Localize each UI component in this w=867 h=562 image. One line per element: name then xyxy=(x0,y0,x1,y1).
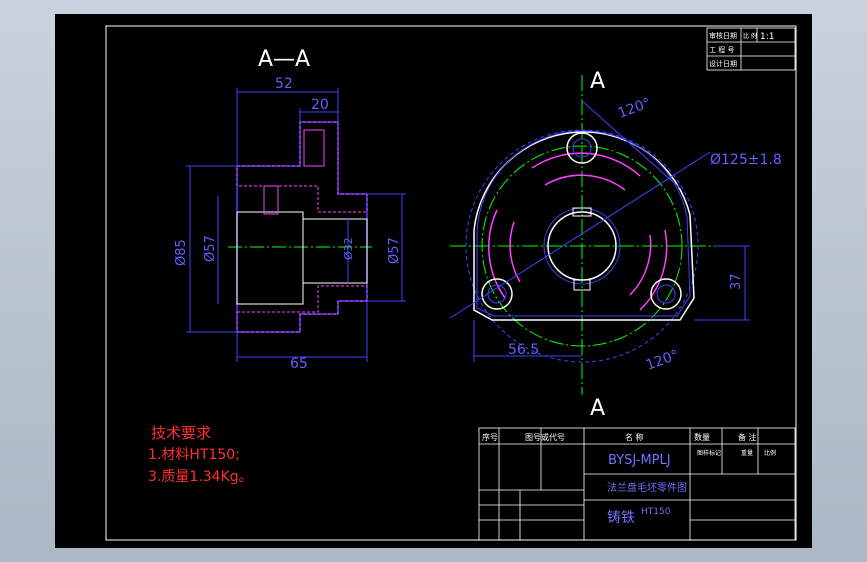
dim-56-5: 56.5 xyxy=(508,342,539,358)
dim-52: 52 xyxy=(275,76,293,92)
tb-col-no: 序号 xyxy=(482,432,498,442)
dim-37: 37 xyxy=(729,273,744,290)
tb-part-name: 法兰盘毛坯零件图 xyxy=(607,481,687,494)
notes-line-2: 3.质量1.34Kg。 xyxy=(148,469,253,485)
tb-material: HT150 xyxy=(641,507,671,517)
corner-design-date: 设计日期 xyxy=(709,59,737,68)
corner-scale-value: 1:1 xyxy=(760,32,774,42)
notes-title: 技术要求 xyxy=(151,424,211,442)
tb-small-3: 比例 xyxy=(764,449,776,457)
dim-dia57-right: Ø57 xyxy=(387,237,402,264)
cad-drawing-sheet: A—A 52 20 65 Ø85 Ø57 Ø32 Ø57 A A 120° 12… xyxy=(55,14,812,548)
notes-line-1: 1.材料HT150; xyxy=(148,447,240,463)
tb-col-remark: 备 注 xyxy=(738,432,757,442)
bolt-circle-label: Ø125±1.8 xyxy=(710,152,782,168)
tb-material-label: 铸铁 xyxy=(607,510,635,526)
tb-small-2: 重量 xyxy=(741,449,753,457)
section-title: A—A xyxy=(258,47,310,72)
dim-20: 20 xyxy=(311,97,329,113)
tb-drawing-code: BYSJ-MPLJ xyxy=(608,453,671,468)
view-label-top: A xyxy=(590,69,605,94)
view-label-bottom: A xyxy=(590,396,605,421)
tb-col-code: 图号或代号 xyxy=(525,432,565,442)
drawing-paper xyxy=(55,14,812,548)
dim-dia85: Ø85 xyxy=(174,239,189,266)
tb-small-1: 图样标记 xyxy=(697,449,721,457)
dim-dia57-left: Ø57 xyxy=(203,235,218,262)
tb-col-qty: 数量 xyxy=(694,432,710,442)
dim-65: 65 xyxy=(290,356,308,372)
corner-review-date: 审核日期 xyxy=(709,31,737,40)
corner-project-no: 工 程 号 xyxy=(709,45,734,54)
dim-dia32: Ø32 xyxy=(342,237,355,260)
tb-col-name: 名 称 xyxy=(625,432,644,442)
corner-scale-label: 比 例 xyxy=(743,32,757,40)
